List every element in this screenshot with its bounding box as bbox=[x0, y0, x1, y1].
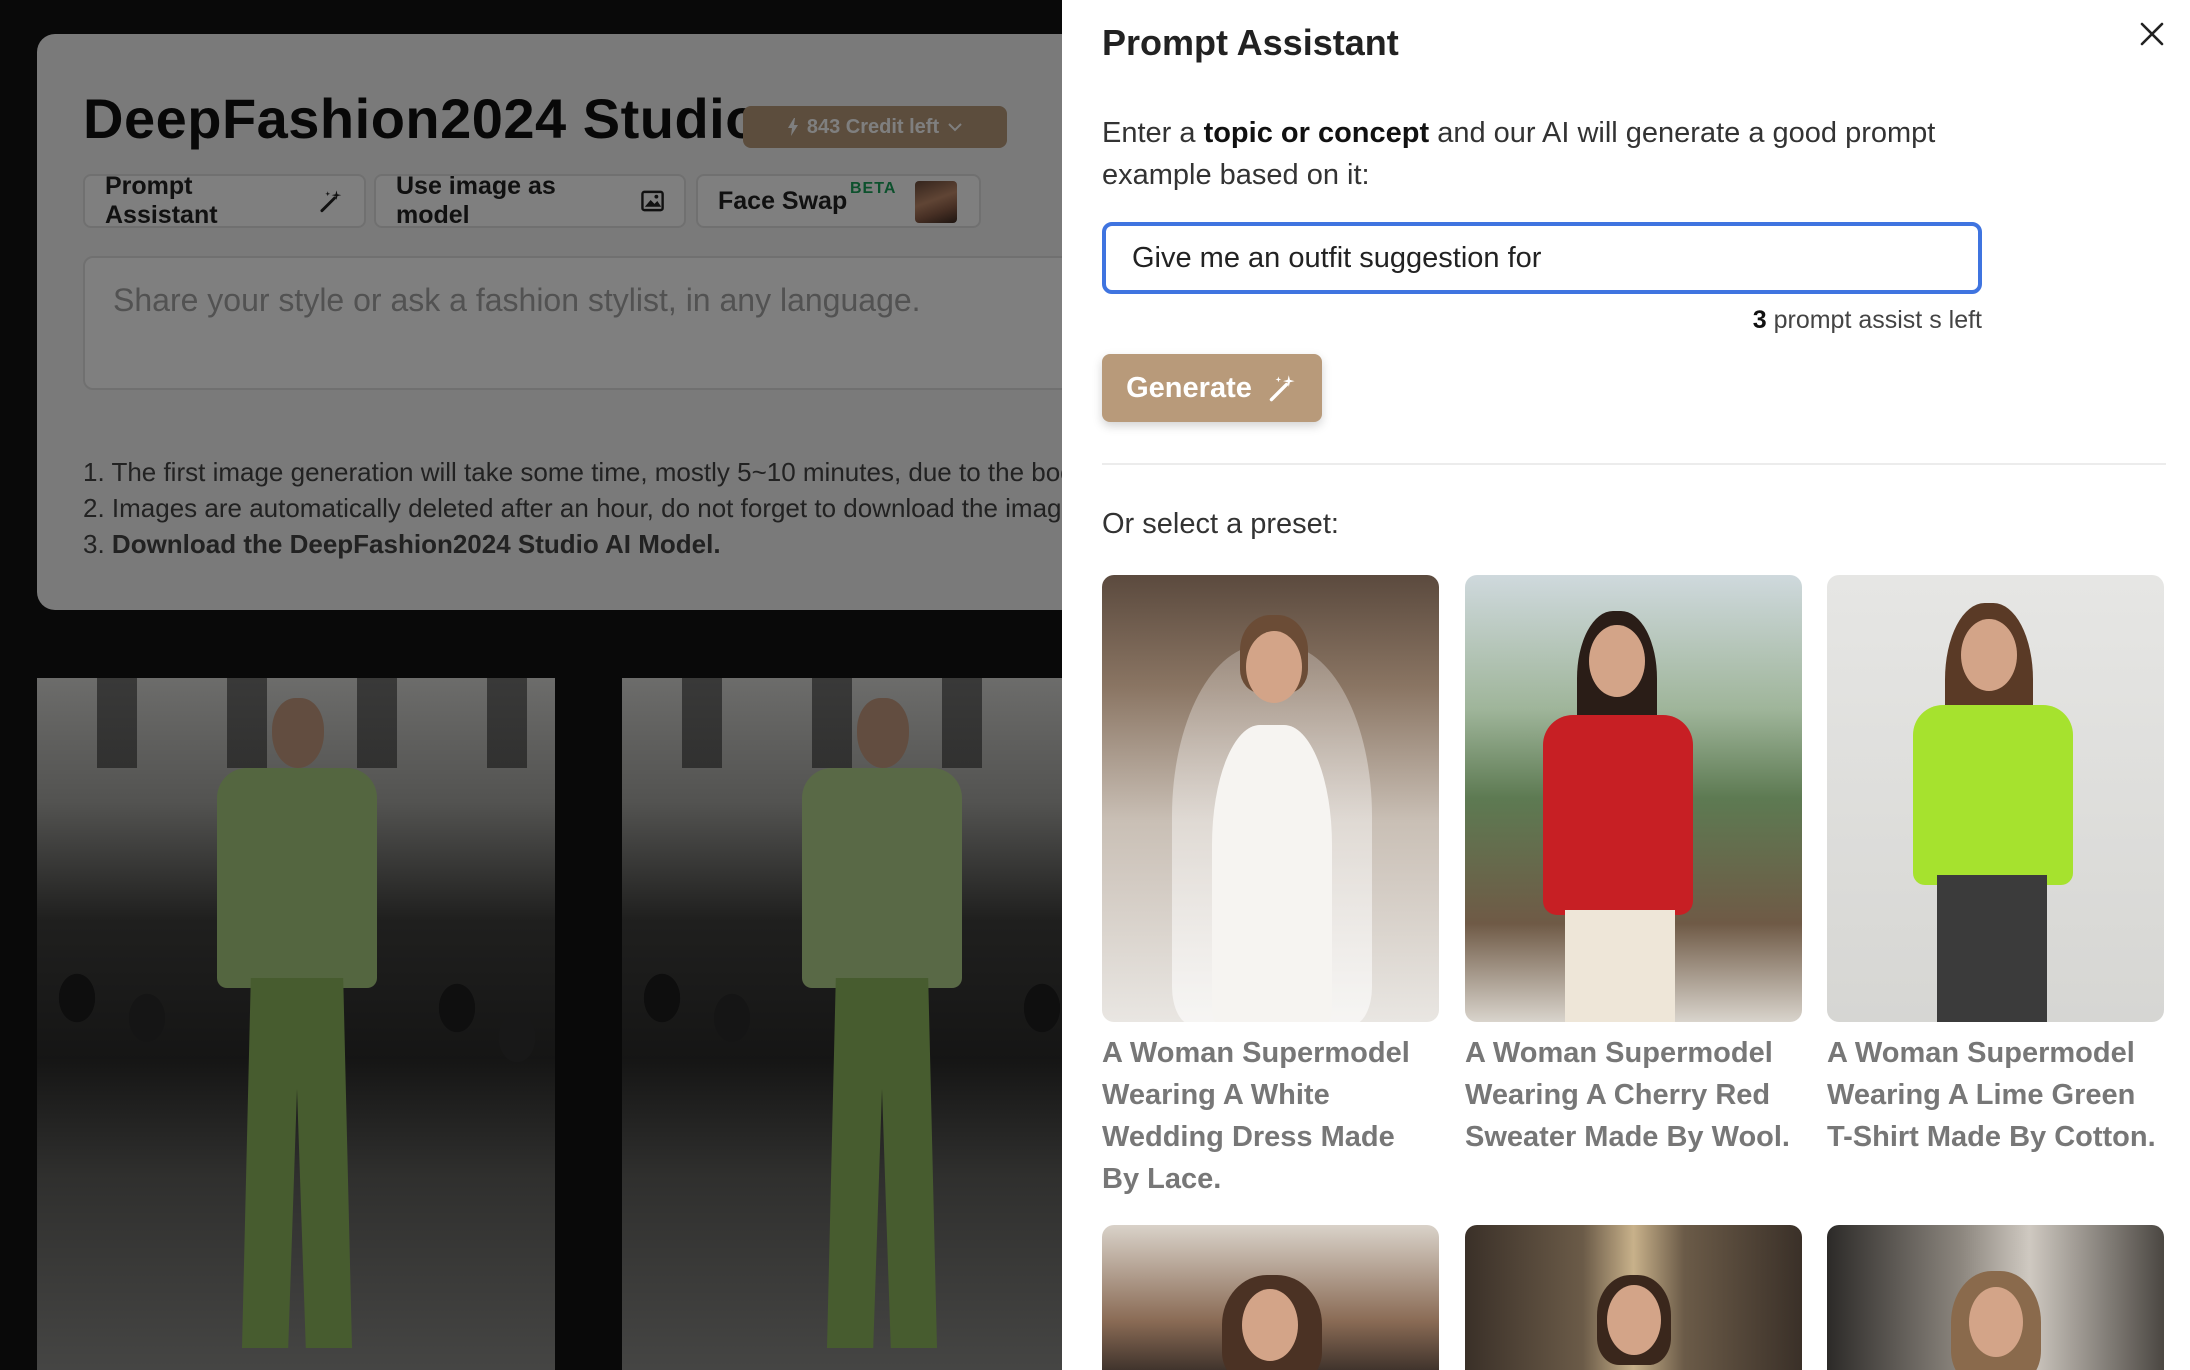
preset-image bbox=[1102, 575, 1439, 1022]
generate-button[interactable]: Generate bbox=[1102, 354, 1322, 422]
drawer-intro: Enter a topic or concept and our AI will… bbox=[1102, 117, 1936, 191]
topic-input[interactable] bbox=[1102, 222, 1982, 294]
preset-card-red-sweater[interactable]: A Woman Supermodel Wearing A Cherry Red … bbox=[1465, 575, 1802, 1158]
preset-card[interactable] bbox=[1102, 1225, 1439, 1370]
preset-card[interactable] bbox=[1827, 1225, 2164, 1370]
close-icon[interactable] bbox=[2134, 16, 2170, 52]
preset-image bbox=[1465, 575, 1802, 1022]
preset-label: Or select a preset: bbox=[1102, 508, 1339, 540]
generate-label: Generate bbox=[1126, 371, 1252, 404]
divider bbox=[1102, 463, 2166, 465]
prompt-assistant-drawer: Prompt Assistant Enter a topic or concep… bbox=[1062, 0, 2190, 1370]
preset-caption: A Woman Supermodel Wearing A Cherry Red … bbox=[1465, 1037, 1790, 1153]
assists-remaining: 3 prompt assist s left bbox=[1752, 306, 1982, 334]
preset-card[interactable] bbox=[1465, 1225, 1802, 1370]
magic-wand-icon bbox=[1269, 375, 1295, 402]
preset-image bbox=[1827, 575, 2164, 1022]
preset-card-lime-tshirt[interactable]: A Woman Supermodel Wearing A Lime Green … bbox=[1827, 575, 2164, 1158]
preset-card-wedding-dress[interactable]: A Woman Supermodel Wearing A White Weddi… bbox=[1102, 575, 1439, 1200]
preset-caption: A Woman Supermodel Wearing A White Weddi… bbox=[1102, 1037, 1410, 1195]
preset-caption: A Woman Supermodel Wearing A Lime Green … bbox=[1827, 1037, 2156, 1153]
drawer-title: Prompt Assistant bbox=[1102, 22, 1399, 63]
